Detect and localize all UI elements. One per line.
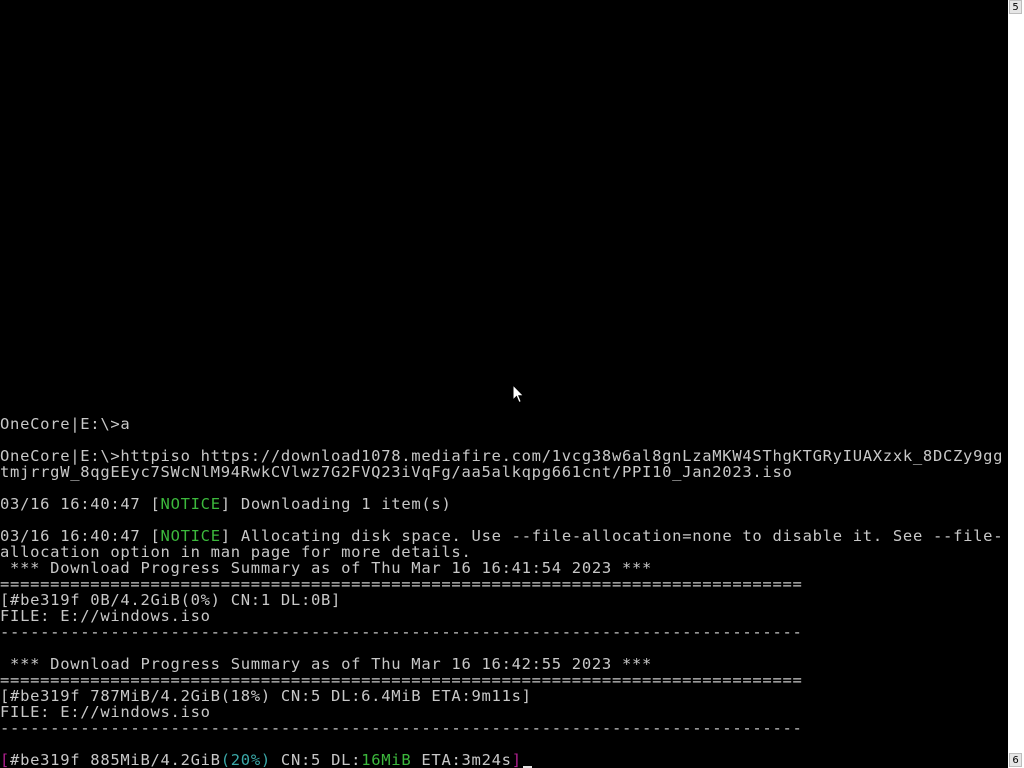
live-speed: 16MiB (361, 751, 412, 768)
live-progress-line: [#be319f 885MiB/4.2GiB(20%) CN:5 DL:16Mi… (0, 752, 532, 768)
summary-header-1: *** Download Progress Summary as of Thu … (0, 559, 653, 577)
live-bracket-close: ] (511, 751, 522, 768)
notice-line-downloading: 03/16 16:40:47 [NOTICE] Downloading 1 it… (0, 496, 451, 512)
notice-bracket-open: [ (150, 495, 161, 513)
summary-header-2: *** Download Progress Summary as of Thu … (0, 655, 653, 673)
notice-line-allocating-cont: allocation option in man page for more d… (0, 543, 472, 561)
notice-message: Downloading 1 item(s) (230, 495, 452, 513)
notice-time: 03/16 16:40:47 (0, 495, 151, 513)
notice-line-allocating: 03/16 16:40:47 [NOTICE] Allocating disk … (0, 528, 1003, 544)
summary-file-1: FILE: E://windows.iso (0, 607, 211, 625)
command-line-1: OneCore|E:\>httpiso https://download1078… (0, 447, 1004, 465)
live-percent: (20%) (220, 751, 271, 768)
mouse-pointer-icon (512, 384, 525, 404)
live-eta: ETA:3m24s (411, 751, 512, 768)
scroll-marker-top[interactable]: 5 (1009, 0, 1022, 14)
rule-single-1: ----------------------------------------… (0, 623, 803, 641)
live-bracket-open: [ (0, 751, 11, 768)
rule-single-2: ----------------------------------------… (0, 719, 803, 737)
summary-status-2: [#be319f 787MiB/4.2GiB(18%) CN:5 DL:6.4M… (0, 687, 532, 705)
rule-double-2: ========================================… (0, 671, 803, 689)
prompt-line-a: OneCore|E:\>a (0, 415, 131, 433)
live-connections: CN:5 DL: (270, 751, 362, 768)
live-gid-size: #be319f 885MiB/4.2GiB (10, 751, 221, 768)
scroll-marker-bottom[interactable]: 6 (1009, 753, 1022, 767)
command-line-2: tmjrrgW_8qgEEyc7SWcNlM94RwkCVlwz7G2FVQ23… (0, 463, 793, 481)
summary-status-1: [#be319f 0B/4.2GiB(0%) CN:1 DL:0B] (0, 591, 342, 609)
notice-tag: NOTICE (160, 495, 221, 513)
vertical-scrollbar[interactable]: 5 6 (1008, 0, 1024, 768)
notice-bracket-close: ] (220, 495, 231, 513)
rule-double-1: ========================================… (0, 575, 803, 593)
summary-file-2: FILE: E://windows.iso (0, 703, 211, 721)
console-window[interactable]: OneCore|E:\>a OneCore|E:\>httpiso https:… (0, 0, 1008, 768)
